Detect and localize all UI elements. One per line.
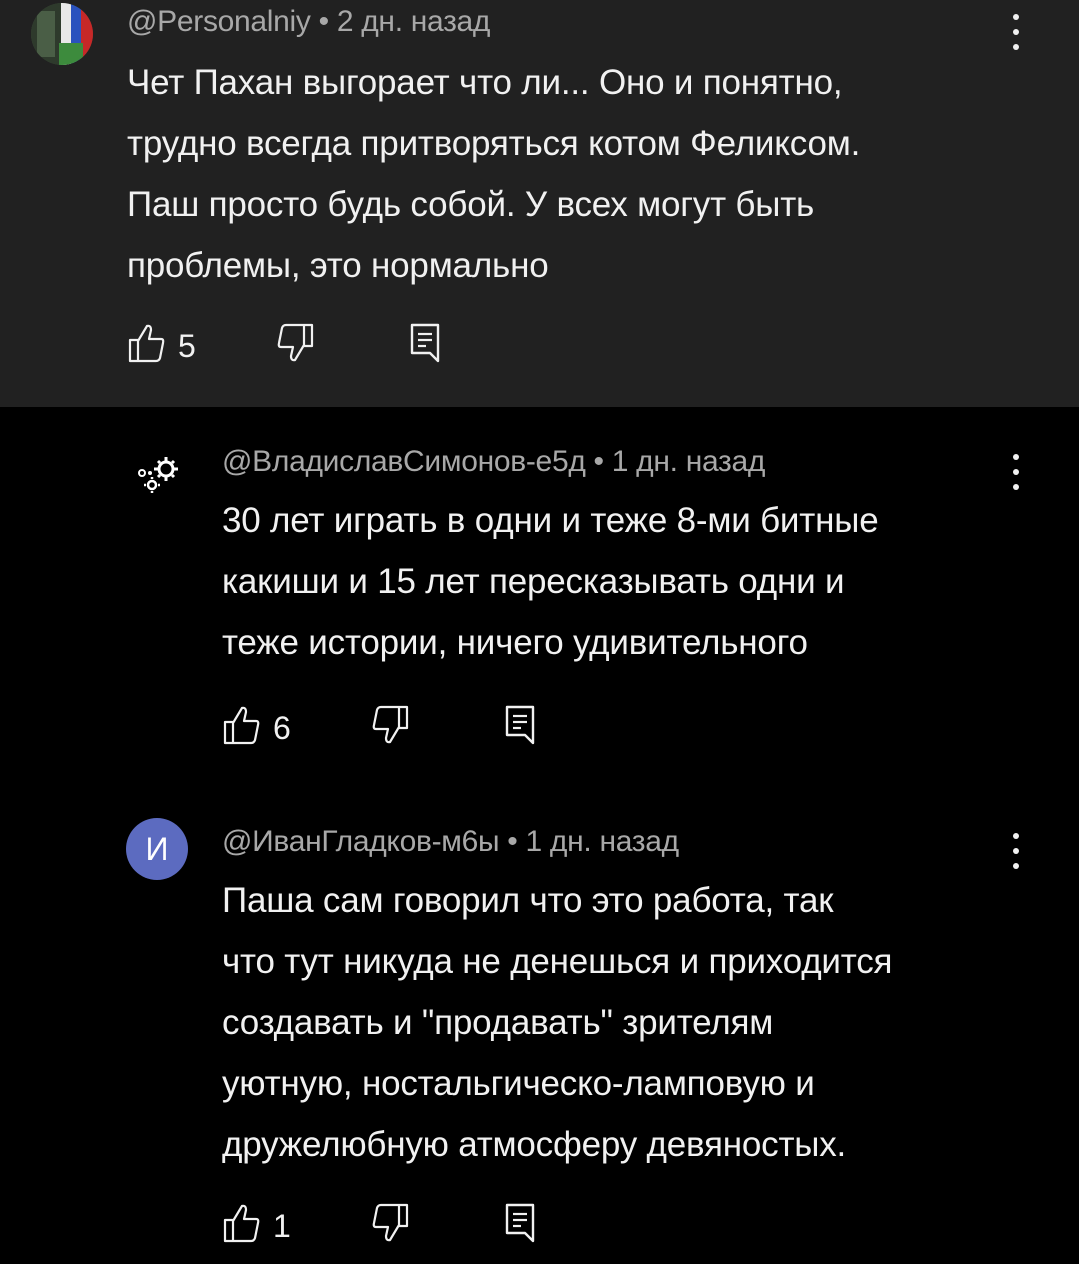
comment-meta: @ВладиславСимонов-е5д • 1 дн. назад bbox=[222, 445, 765, 479]
comment-text-line: дружелюбную атмосферу девяностых. bbox=[222, 1125, 847, 1164]
comment-time: 1 дн. назад bbox=[525, 825, 679, 858]
comment-text-line: проблемы, это нормально bbox=[127, 246, 549, 285]
comment-time: 1 дн. назад bbox=[611, 445, 766, 478]
thumbs-down-icon bbox=[277, 323, 314, 362]
meta-separator: • bbox=[593, 445, 605, 478]
comment-text-line: трудно всегда притворяться котом Феликсо… bbox=[127, 124, 861, 163]
comment-text: Чет Пахан выгорает что ли... Оно и понят… bbox=[127, 52, 1007, 296]
reply-icon bbox=[505, 1203, 535, 1243]
author-name[interactable]: @Personalniy bbox=[127, 5, 311, 38]
comment-text-line: Чет Пахан выгорает что ли... Оно и понят… bbox=[127, 63, 843, 102]
comment-text-line: Паша сам говорил что это работа, так bbox=[222, 881, 834, 920]
reply-icon bbox=[505, 705, 535, 745]
author-name[interactable]: @ВладиславСимонов-е5д bbox=[222, 445, 586, 478]
thumbs-up-icon bbox=[223, 706, 260, 745]
like-count: 6 bbox=[273, 710, 291, 746]
like-button[interactable] bbox=[222, 1202, 262, 1244]
comment-item: @Personalniy • 2 дн. назад Чет Пахан выгор… bbox=[0, 0, 1079, 407]
comment-text-line: что тут никуда не денешься и приходится bbox=[222, 942, 893, 981]
flag-avatar-icon bbox=[31, 3, 93, 65]
thumbs-up-icon bbox=[223, 1204, 260, 1243]
avatar[interactable] bbox=[31, 3, 93, 65]
meta-separator: • bbox=[318, 5, 330, 38]
avatar[interactable]: И bbox=[126, 818, 188, 880]
comment-text-line: какиши и 15 лет пересказывать одни и bbox=[222, 562, 845, 601]
meta-separator: • bbox=[507, 825, 518, 858]
comment-item: И @ИванГладков-м6ы • 1 дн. назад Паша сам … bbox=[0, 807, 1079, 1264]
comment-text-line: 30 лет играть в одни и теже 8-ми битные bbox=[222, 501, 879, 540]
comment-item: @ВладиславСимонов-е5д • 1 дн. назад 30 лет… bbox=[0, 407, 1079, 807]
reply-button[interactable] bbox=[409, 322, 441, 364]
author-name[interactable]: @ИванГладков-м6ы bbox=[222, 825, 500, 858]
avatar-letter: И bbox=[145, 830, 169, 867]
comment-meta: @Personalniy • 2 дн. назад bbox=[127, 5, 490, 39]
gears-avatar-icon bbox=[138, 457, 178, 493]
comment-meta: @ИванГладков-м6ы • 1 дн. назад bbox=[222, 825, 679, 859]
dislike-button[interactable] bbox=[275, 322, 315, 364]
comment-text: 30 лет играть в одни и теже 8-ми битные … bbox=[222, 490, 1079, 673]
reply-button[interactable] bbox=[504, 704, 536, 746]
dislike-button[interactable] bbox=[370, 1202, 410, 1244]
thumbs-down-icon bbox=[372, 705, 409, 744]
comment-text: Паша сам говорил что это работа, так что… bbox=[222, 870, 1079, 1175]
like-count: 1 bbox=[273, 1208, 291, 1244]
thumbs-down-icon bbox=[372, 1203, 409, 1242]
avatar[interactable] bbox=[130, 447, 186, 503]
more-options-button[interactable] bbox=[1001, 12, 1031, 56]
comment-text-line: теже истории, ничего удивительного bbox=[222, 623, 808, 662]
like-button[interactable] bbox=[127, 322, 167, 364]
like-button[interactable] bbox=[222, 704, 262, 746]
reply-button[interactable] bbox=[504, 1202, 536, 1244]
comment-text-line: создавать и "продавать" зрителям bbox=[222, 1003, 774, 1042]
reply-icon bbox=[410, 323, 440, 363]
dislike-button[interactable] bbox=[370, 704, 410, 746]
comment-time: 2 дн. назад bbox=[336, 5, 491, 38]
comment-text-line: Паш просто будь собой. У всех могут быть bbox=[127, 185, 815, 224]
comment-text-line: уютную, ностальгическо-ламповую и bbox=[222, 1064, 815, 1103]
more-options-button[interactable] bbox=[1001, 831, 1031, 875]
like-count: 5 bbox=[178, 328, 196, 364]
thumbs-up-icon bbox=[128, 324, 165, 363]
